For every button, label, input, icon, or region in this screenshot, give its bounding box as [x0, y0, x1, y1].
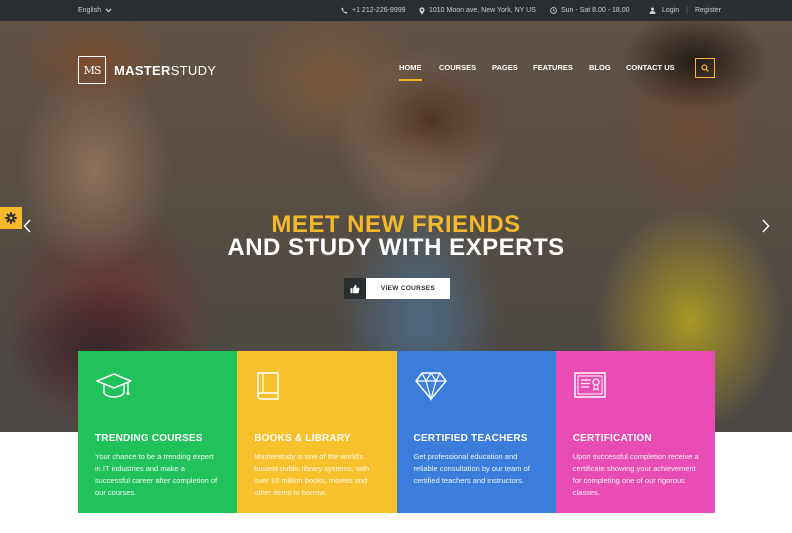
feature-title: BOOKS & LIBRARY	[254, 433, 351, 444]
feature-trending-courses[interactable]: TRENDING COURSES Your chance to be a tre…	[78, 351, 238, 513]
view-courses-button[interactable]: VIEW COURSES	[344, 278, 450, 299]
nav-item-features[interactable]: FEATURES	[533, 63, 573, 72]
logo-name-bold: MASTER	[114, 62, 171, 78]
graduation-cap-icon	[96, 373, 132, 398]
feature-text: Upon successful completion receive a cer…	[572, 452, 699, 497]
register-link[interactable]: Register	[695, 7, 721, 14]
search-button[interactable]	[695, 58, 715, 78]
address-text: 1010 Moon ave, New York, NY US	[429, 7, 536, 14]
feature-text: Masterstudy is one of the world's busies…	[254, 452, 370, 497]
logo-name-light: STUDY	[170, 62, 217, 78]
certificate-icon	[574, 372, 606, 398]
user-icon	[649, 7, 656, 14]
feature-title: CERTIFIED TEACHERS	[413, 433, 528, 444]
top-bar: English +1 212-226-9999 1010 Moon ave, N…	[0, 0, 792, 21]
login-link[interactable]: Login	[662, 7, 679, 14]
hours-text: Sun - Sat 8.00 - 18.00	[561, 7, 630, 14]
address-info: 1010 Moon ave, New York, NY US	[419, 0, 536, 21]
view-courses-label: VIEW COURSES	[380, 285, 436, 292]
feature-certification[interactable]: CERTIFICATION Upon successful completion…	[555, 351, 715, 513]
feature-icon-wrap	[95, 371, 221, 405]
feature-title: CERTIFICATION	[572, 433, 652, 444]
feature-icon-wrap	[254, 371, 380, 405]
feature-certified-teachers[interactable]: CERTIFIED TEACHERS Get professional educ…	[396, 351, 556, 513]
map-pin-icon	[419, 6, 425, 15]
feature-text: Your chance to be a trending expert in I…	[95, 452, 218, 497]
phone-info: +1 212-226-9999	[341, 0, 406, 21]
search-icon	[701, 64, 709, 72]
feature-books-library[interactable]: BOOKS & LIBRARY Masterstudy is one of th…	[237, 351, 397, 513]
clock-icon	[550, 7, 557, 14]
nav-item-courses[interactable]: COURSES	[439, 63, 476, 72]
link-separator: |	[686, 7, 688, 14]
phone-icon	[341, 7, 348, 14]
thumbs-up-icon	[350, 284, 360, 293]
feature-title: TRENDING COURSES	[95, 433, 203, 444]
book-icon	[257, 372, 279, 400]
nav-item-pages[interactable]: PAGES	[492, 63, 518, 72]
cta-icon-box	[344, 278, 366, 299]
language-label: English	[78, 7, 101, 14]
account-links: Login | Register	[649, 0, 721, 21]
chevron-down-icon	[105, 8, 112, 13]
logo-name: MASTERSTUDY	[114, 63, 216, 78]
page: English +1 212-226-9999 1010 Moon ave, N…	[0, 0, 792, 533]
feature-icon-wrap	[414, 371, 540, 405]
logo-monogram: MS	[78, 56, 106, 84]
feature-text: Get professional education and reliable …	[413, 452, 530, 485]
hours-info: Sun - Sat 8.00 - 18.00	[550, 0, 630, 21]
hero-headline-line2: AND STUDY WITH EXPERTS	[227, 234, 565, 261]
phone-number: +1 212-226-9999	[352, 7, 406, 14]
diamond-icon	[414, 371, 447, 401]
feature-boxes: TRENDING COURSES Your chance to be a tre…	[78, 351, 715, 513]
site-logo[interactable]: MS MASTERSTUDY	[78, 56, 216, 84]
language-selector[interactable]: English	[78, 0, 112, 21]
nav-item-blog[interactable]: BLOG	[589, 63, 611, 72]
nav-item-contact[interactable]: CONTACT US	[626, 63, 675, 72]
feature-icon-wrap	[573, 371, 699, 405]
nav-item-home[interactable]: HOME	[399, 63, 422, 81]
